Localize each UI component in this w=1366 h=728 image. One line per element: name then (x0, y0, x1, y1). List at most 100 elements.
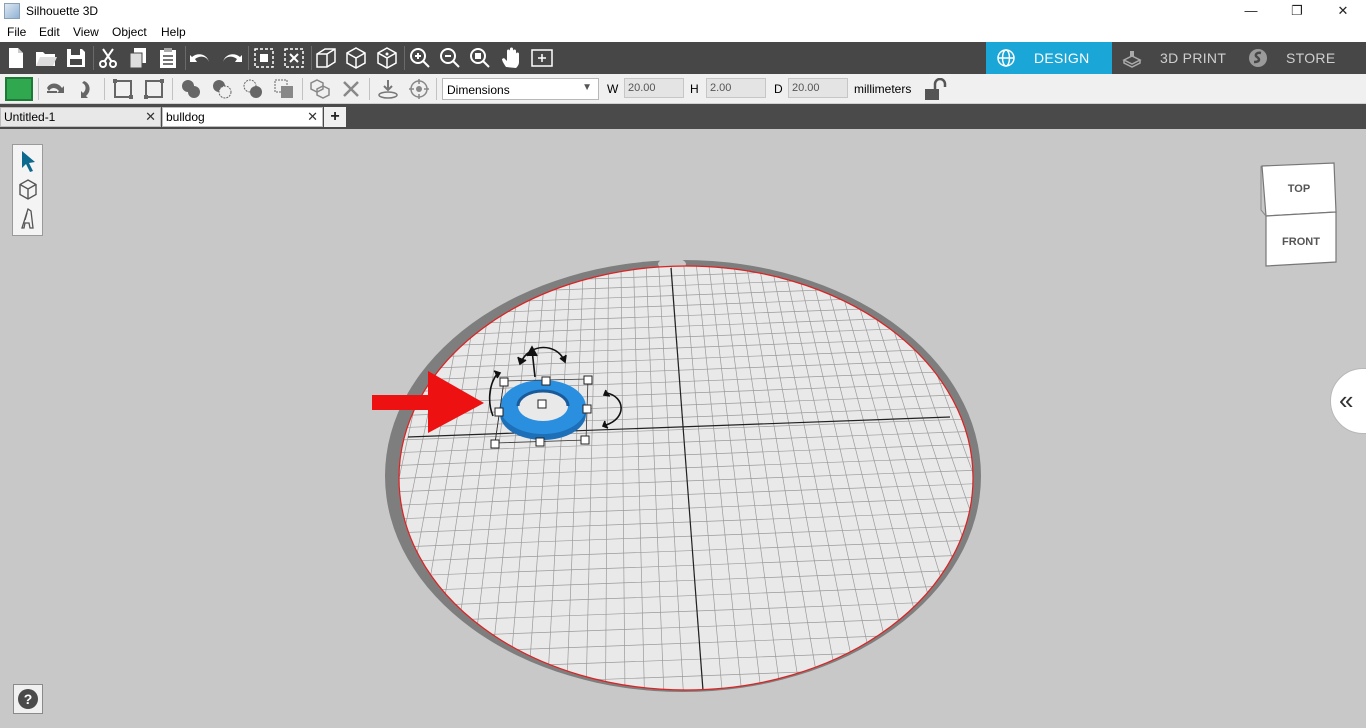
tab-store[interactable]: STORE (1238, 42, 1366, 74)
tab-untitled-1[interactable]: Untitled-1 ✕ (0, 107, 161, 127)
new-file-icon[interactable] (4, 46, 28, 70)
dimensions-mode-select[interactable]: Dimensions ▼ (442, 78, 599, 100)
exclude-icon[interactable] (273, 78, 295, 100)
depth-label: D (774, 82, 783, 96)
tool-palette (12, 144, 43, 236)
deselect-icon[interactable] (282, 46, 306, 70)
help-button[interactable]: ? (13, 684, 43, 714)
toolbar-divider (93, 46, 94, 70)
rotate-left-icon[interactable] (44, 78, 66, 100)
tab-bulldog-label: bulldog (166, 110, 205, 124)
toolbar-divider (302, 78, 303, 100)
height-field[interactable]: 2.00 (706, 78, 766, 98)
toolbar-divider (104, 78, 105, 100)
select-all-icon[interactable] (252, 46, 276, 70)
unlock-icon[interactable] (922, 78, 948, 102)
close-tab-icon[interactable]: ✕ (307, 109, 318, 125)
help-icon: ? (18, 689, 38, 709)
zoom-out-icon[interactable] (438, 46, 462, 70)
close-window-button[interactable]: ✕ (1320, 0, 1366, 22)
paste-icon[interactable] (156, 46, 180, 70)
pan-hand-icon[interactable] (499, 46, 523, 70)
text-tool-icon[interactable] (16, 206, 40, 232)
close-tab-icon[interactable]: ✕ (145, 109, 156, 125)
tab-bulldog[interactable]: bulldog ✕ (162, 107, 323, 127)
menu-view[interactable]: View (73, 25, 99, 39)
resize-handle[interactable] (490, 439, 500, 449)
menu-edit[interactable]: Edit (39, 25, 60, 39)
zoom-fit-icon[interactable] (468, 46, 492, 70)
resize-handle[interactable] (499, 377, 509, 387)
subtract-icon[interactable] (211, 78, 233, 100)
add-tab-button[interactable]: + (324, 107, 346, 127)
width-field[interactable]: 20.00 (624, 78, 684, 98)
toolbar-divider (311, 46, 312, 70)
cube-view-icon[interactable] (375, 46, 399, 70)
fit-to-view-icon[interactable] (530, 46, 554, 70)
rotate-down-icon[interactable] (76, 78, 98, 100)
resize-handle[interactable] (541, 376, 551, 386)
grid-line (274, 262, 396, 695)
delete-icon[interactable] (340, 78, 362, 100)
units-label: millimeters (854, 82, 912, 96)
printer-icon (1122, 51, 1142, 68)
toolbar-divider (38, 78, 39, 100)
tab-3d-print-label: 3D PRINT (1160, 50, 1227, 66)
group-icon[interactable] (309, 78, 331, 100)
depth-field[interactable]: 20.00 (788, 78, 848, 98)
width-label: W (607, 82, 619, 96)
menu-object[interactable]: Object (112, 25, 147, 39)
color-picker[interactable] (5, 77, 33, 101)
cut-icon[interactable] (96, 46, 120, 70)
shape-tool-icon[interactable] (16, 177, 40, 203)
menu-file[interactable]: File (7, 25, 26, 39)
view-cube[interactable]: TOP FRONT (1258, 160, 1340, 268)
selected-object[interactable] (500, 380, 586, 440)
view-cube-top-label: TOP (1288, 183, 1310, 195)
tab-untitled-1-label: Untitled-1 (4, 110, 56, 124)
view-cube-front-label: FRONT (1282, 236, 1320, 248)
select-tool-icon[interactable] (16, 148, 40, 174)
undo-icon[interactable] (189, 46, 213, 70)
3d-viewport[interactable] (0, 129, 1366, 728)
tab-store-label: STORE (1286, 50, 1336, 66)
tab-design-label: DESIGN (1034, 50, 1090, 66)
menu-bar: File Edit View Object Help (0, 22, 1366, 42)
window-title: Silhouette 3D (26, 4, 99, 18)
copy-icon[interactable] (126, 46, 150, 70)
resize-handle[interactable] (580, 435, 590, 445)
redo-icon[interactable] (219, 46, 243, 70)
minimize-button[interactable]: — (1228, 0, 1274, 22)
tab-3d-print[interactable]: 3D PRINT (1112, 42, 1238, 74)
perspective-view-icon[interactable] (314, 46, 338, 70)
resize-handle[interactable] (494, 407, 504, 417)
align-corners-icon[interactable] (143, 78, 165, 100)
tab-design[interactable]: DESIGN (986, 42, 1112, 74)
globe-icon (997, 49, 1015, 67)
toolbar-divider (248, 46, 249, 70)
toolbar-divider (436, 78, 437, 100)
title-bar: Silhouette 3D — ❐ ✕ (0, 0, 1366, 22)
save-icon[interactable] (64, 46, 88, 70)
resize-handle[interactable] (583, 375, 593, 385)
align-center-icon[interactable] (112, 78, 134, 100)
intersect-icon[interactable] (242, 78, 264, 100)
resize-handle[interactable] (582, 404, 592, 414)
toolbar-divider (172, 78, 173, 100)
center-on-plate-icon[interactable] (408, 78, 430, 100)
union-icon[interactable] (180, 78, 202, 100)
zoom-in-icon[interactable] (408, 46, 432, 70)
open-folder-icon[interactable] (34, 46, 58, 70)
center-handle[interactable] (537, 399, 547, 409)
toolbar-divider (369, 78, 370, 100)
resize-handle[interactable] (535, 437, 545, 447)
box-view-icon[interactable] (344, 46, 368, 70)
dimensions-mode-value: Dimensions (447, 83, 510, 97)
menu-help[interactable]: Help (161, 25, 186, 39)
toolbar-divider (185, 46, 186, 70)
chevron-down-icon: ▼ (582, 82, 592, 93)
restore-button[interactable]: ❐ (1274, 0, 1320, 22)
drop-to-floor-icon[interactable] (377, 78, 399, 100)
app-logo-icon (4, 3, 20, 19)
double-chevron-left-icon: « (1339, 385, 1354, 415)
